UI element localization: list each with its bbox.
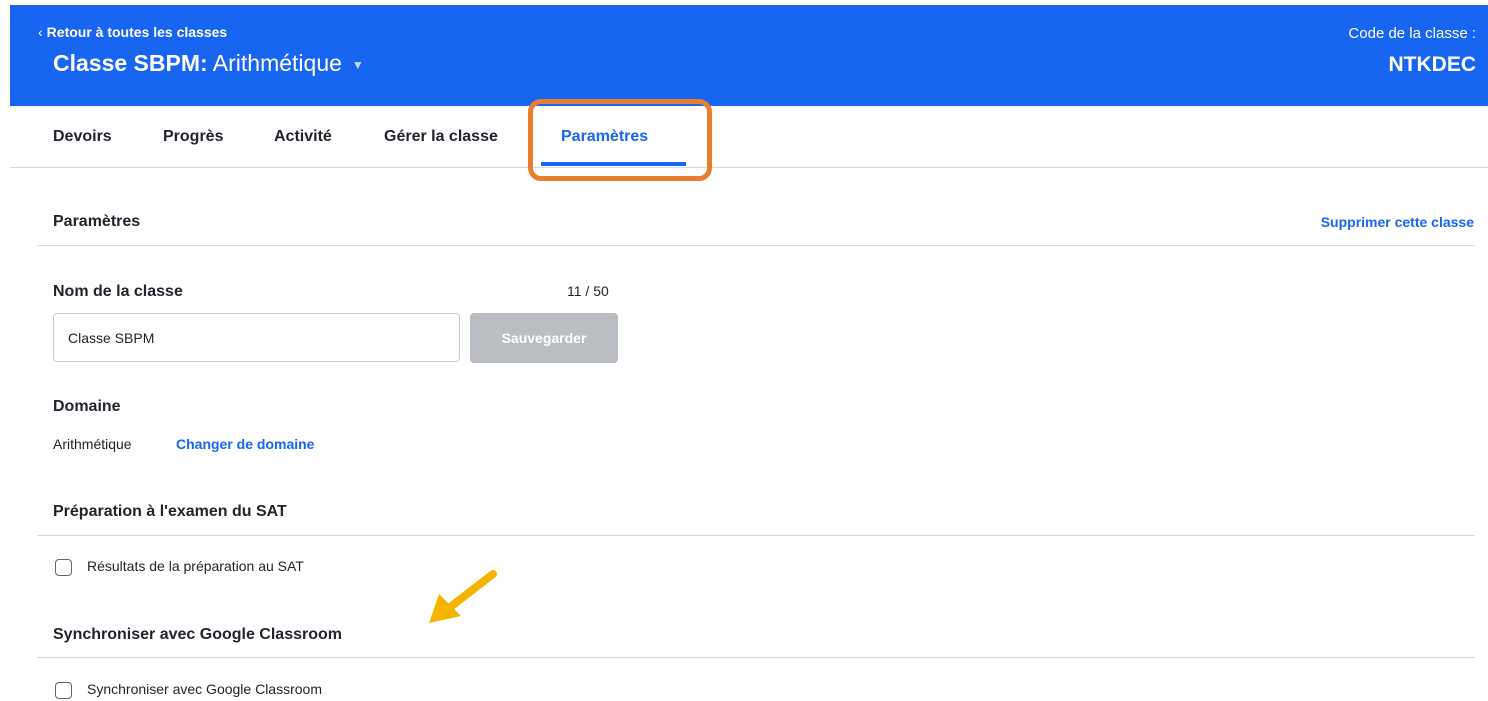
active-tab-indicator: [541, 162, 686, 166]
class-name-counter: 11 / 50: [567, 283, 609, 299]
google-classroom-sync-checkbox[interactable]: [55, 682, 72, 699]
settings-title: Paramètres: [53, 213, 141, 230]
google-classroom-divider: [37, 657, 1475, 658]
class-title-name: Classe SBPM:: [53, 50, 208, 76]
class-code-label: Code de la classe :: [1348, 25, 1476, 42]
caret-down-icon: ▼: [351, 57, 364, 72]
class-header: ‹ Retour à toutes les classes Classe SBPM…: [10, 5, 1488, 106]
tab-progres[interactable]: Progrès: [163, 128, 223, 146]
tab-devoirs[interactable]: Devoirs: [53, 128, 112, 146]
back-link-label: Retour à toutes les classes: [46, 24, 228, 40]
settings-divider: [37, 245, 1475, 246]
class-name-input[interactable]: [53, 313, 460, 362]
class-title-dropdown[interactable]: Classe SBPM: Arithmétique ▼: [53, 50, 364, 77]
domain-value: Arithmétique: [53, 436, 132, 452]
sat-divider: [37, 535, 1475, 536]
sat-results-label[interactable]: Résultats de la préparation au SAT: [87, 558, 304, 574]
domain-label: Domaine: [53, 398, 121, 415]
tab-gerer-la-classe[interactable]: Gérer la classe: [384, 128, 498, 146]
sat-results-checkbox[interactable]: [55, 559, 72, 576]
google-classroom-section-title: Synchroniser avec Google Classroom: [53, 626, 342, 643]
google-classroom-sync-label[interactable]: Synchroniser avec Google Classroom: [87, 681, 322, 697]
back-to-classes-link[interactable]: ‹ Retour à toutes les classes: [38, 24, 227, 40]
arrow-icon: [429, 570, 497, 623]
tab-parametres[interactable]: Paramètres: [561, 128, 648, 146]
sat-section-title: Préparation à l'examen du SAT: [53, 503, 287, 520]
class-code-value: NTKDEC: [1388, 53, 1477, 76]
tab-bar: Devoirs Progrès Activité Gérer la classe…: [10, 106, 1488, 168]
delete-class-link[interactable]: Supprimer cette classe: [1321, 214, 1474, 230]
class-name-label: Nom de la classe: [53, 283, 183, 300]
save-button[interactable]: Sauvegarder: [470, 313, 618, 363]
change-domain-link[interactable]: Changer de domaine: [176, 436, 314, 452]
chevron-left-icon: ‹: [38, 24, 43, 40]
class-title-domain: Arithmétique: [207, 50, 342, 76]
tab-activite[interactable]: Activité: [274, 128, 332, 146]
